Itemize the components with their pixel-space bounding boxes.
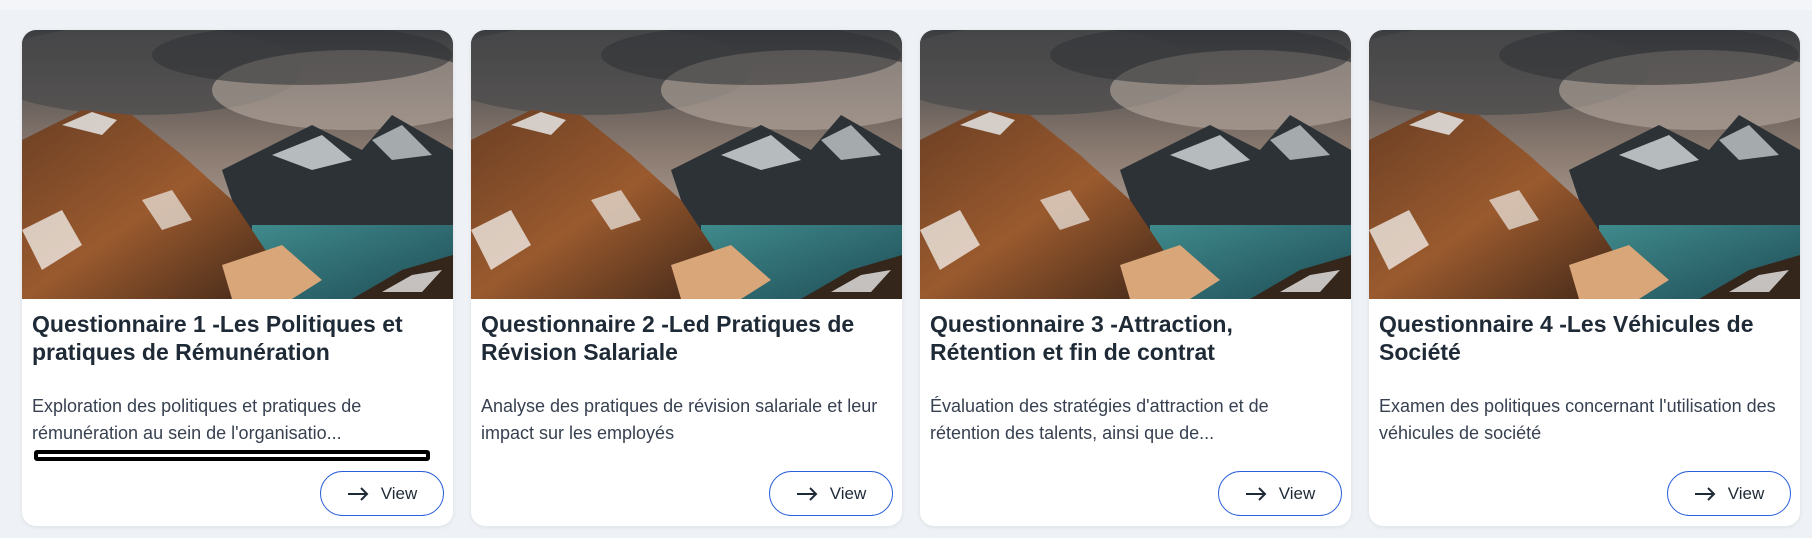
questionnaire-card-2: Questionnaire 2 -Led Pratiques de Révisi… [471, 30, 902, 526]
view-button[interactable]: View [320, 471, 444, 516]
arrow-right-icon [347, 486, 369, 501]
arrow-right-icon [796, 486, 818, 501]
card-description: Examen des politiques concernant l'utili… [1379, 396, 1776, 443]
card-description: Analyse des pratiques de révision salari… [481, 396, 878, 443]
card-title: Questionnaire 3 -Attraction, Rétention e… [930, 311, 1233, 365]
card-title: Questionnaire 4 -Les Véhicules de Sociét… [1379, 311, 1754, 365]
arrow-right-icon [1245, 486, 1267, 501]
arrow-right-icon [1694, 486, 1716, 501]
redaction-mark [34, 450, 430, 461]
top-divider [0, 0, 1812, 10]
view-button[interactable]: View [1218, 471, 1342, 516]
view-button[interactable]: View [1667, 471, 1791, 516]
questionnaire-grid: Questionnaire 1 -Les Politiques et prati… [22, 30, 1800, 526]
card-title: Questionnaire 1 -Les Politiques et prati… [32, 311, 403, 365]
view-button-label: View [1727, 483, 1765, 503]
questionnaire-card-3: Questionnaire 3 -Attraction, Rétention e… [920, 30, 1351, 526]
view-button-label: View [1278, 483, 1316, 503]
card-title: Questionnaire 2 -Led Pratiques de Révisi… [481, 311, 855, 365]
mountain-landscape-image [1369, 30, 1800, 299]
view-button-label: View [829, 483, 867, 503]
mountain-landscape-image [920, 30, 1351, 299]
questionnaire-card-1: Questionnaire 1 -Les Politiques et prati… [22, 30, 453, 526]
view-button-label: View [380, 483, 418, 503]
mountain-landscape-image [22, 30, 453, 299]
card-description: Évaluation des stratégies d'attraction e… [930, 396, 1269, 443]
mountain-landscape-image [471, 30, 902, 299]
view-button[interactable]: View [769, 471, 893, 516]
questionnaire-card-4: Questionnaire 4 -Les Véhicules de Sociét… [1369, 30, 1800, 526]
card-description: Exploration des politiques et pratiques … [32, 396, 362, 443]
